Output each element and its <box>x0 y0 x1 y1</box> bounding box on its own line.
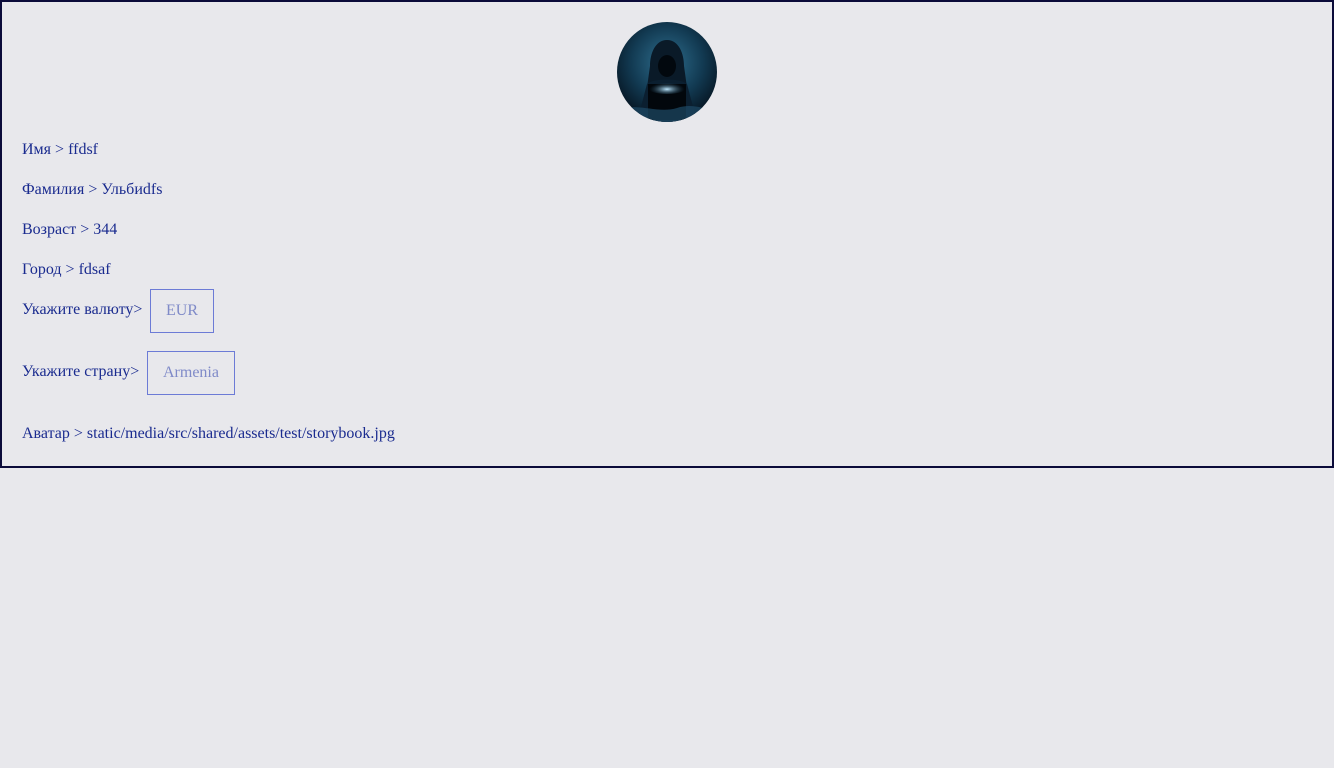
age-label: Возраст <box>22 221 77 238</box>
city-label: Город <box>22 261 62 278</box>
country-row: Укажите страну> Armenia <box>22 351 242 395</box>
separator: > <box>80 221 90 238</box>
first-name-label: Имя <box>22 141 52 158</box>
age-row: Возраст >344 <box>22 221 117 239</box>
separator: > <box>65 261 75 278</box>
separator: > <box>55 141 65 158</box>
currency-label: Укажите валюту> <box>22 301 143 318</box>
avatar-path-row: Аватар > static/media/src/shared/assets/te… <box>22 425 395 443</box>
last-name-row: Фамилия > Ульбиdfs <box>22 181 162 199</box>
avatar <box>617 22 717 122</box>
last-name-label: Фамилия <box>22 181 85 198</box>
currency-select[interactable]: EUR <box>150 289 214 333</box>
avatar-path-value: static/media/src/shared/assets/test/stor… <box>86 425 395 442</box>
avatar-path-label: Аватар <box>22 425 70 442</box>
separator: > <box>88 181 98 198</box>
separator: > <box>73 425 83 442</box>
first-name-value: ffdsf <box>68 141 98 158</box>
hooded-hacker-icon <box>617 22 717 122</box>
country-select[interactable]: Armenia <box>147 351 235 395</box>
currency-row: Укажите валюту> EUR <box>22 289 222 333</box>
last-name-value: Ульбиdfs <box>101 181 163 198</box>
city-row: Город > fdsaf <box>22 261 111 279</box>
country-label: Укажите страну> <box>22 363 140 380</box>
city-value: fdsaf <box>78 261 111 278</box>
age-value: 344 <box>93 221 118 238</box>
profile-card: Имя > ffdsf Фамилия > Ульбиdfs Возраст >344 Г… <box>0 0 1334 468</box>
first-name-row: Имя > ffdsf <box>22 141 98 159</box>
